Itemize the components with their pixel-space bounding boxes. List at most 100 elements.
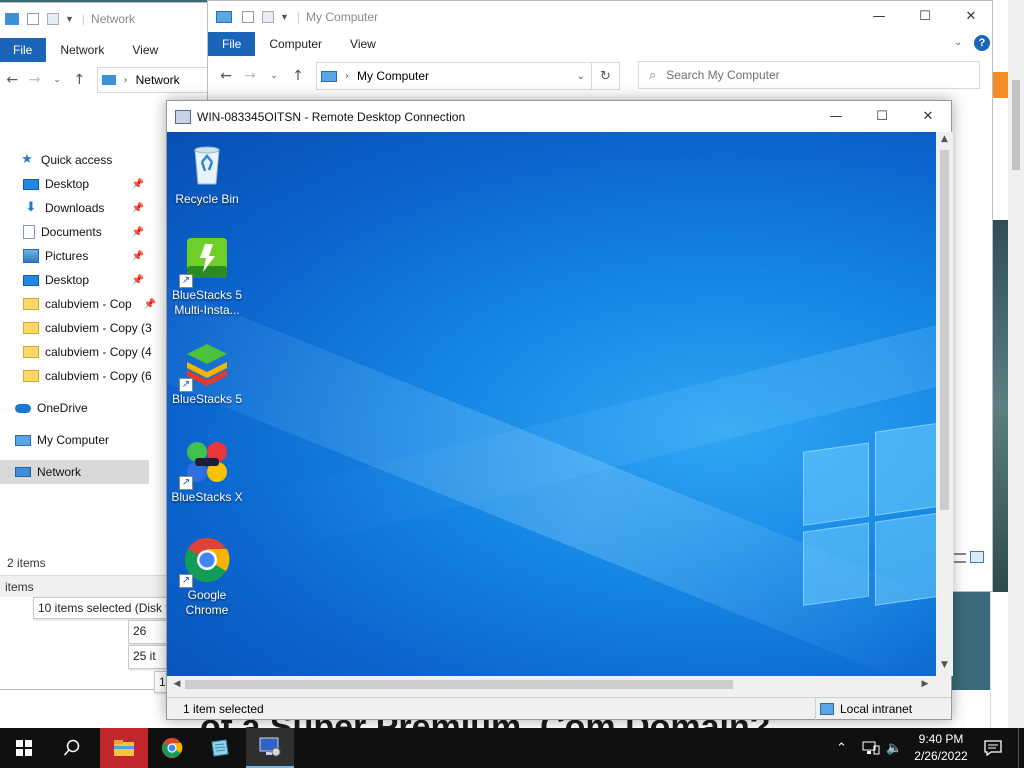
sidebar-item-downloads[interactable]: ⬇ Downloads 📌: [0, 196, 164, 220]
qat-dropdown-icon[interactable]: ▼: [280, 12, 289, 22]
ribbon-expand-icon[interactable]: ⌄: [954, 37, 962, 48]
address-dropdown-icon[interactable]: ⌄: [577, 71, 585, 82]
taskbar-chrome[interactable]: [148, 728, 196, 768]
desktop-icon-recycle-bin[interactable]: Recycle Bin: [167, 140, 247, 207]
sidebar-item-folder[interactable]: calubviem - Cop 📌: [0, 292, 164, 316]
status-items: items: [5, 580, 34, 594]
tooltip-fragment: 25 it: [128, 645, 168, 669]
folder-icon: [23, 370, 39, 382]
scroll-right-icon[interactable]: ▶: [917, 676, 933, 693]
address-text: My Computer: [357, 69, 430, 83]
pin-icon: 📌: [131, 274, 144, 286]
sidebar-item-onedrive[interactable]: OneDrive: [0, 396, 164, 420]
taskbar-notepad[interactable]: [196, 728, 244, 768]
network-tray-icon[interactable]: [862, 728, 880, 768]
scroll-down-icon[interactable]: ▼: [936, 660, 953, 676]
vertical-scrollbar[interactable]: ▲ ▼: [936, 132, 953, 676]
new-folder-icon[interactable]: [47, 13, 59, 25]
close-icon[interactable]: ✕: [905, 101, 951, 131]
up-arrow-icon[interactable]: ↑: [286, 68, 310, 84]
remote-desktop-screen[interactable]: Recycle Bin ↗ BlueStacks 5 Multi-Insta..…: [167, 132, 936, 676]
background-scrollbar[interactable]: [1008, 0, 1024, 730]
horizontal-scrollbar[interactable]: ◀ ▶: [167, 676, 936, 693]
tooltip-fragment: 26: [128, 620, 168, 644]
sidebar-item-folder[interactable]: calubviem - Copy (6: [0, 364, 164, 388]
ribbon-tab-view[interactable]: View: [118, 43, 172, 57]
sidebar-item-my-computer[interactable]: My Computer: [0, 428, 164, 452]
show-desktop-button[interactable]: [1018, 728, 1024, 768]
action-center-button[interactable]: [984, 728, 1002, 768]
scroll-thumb[interactable]: [185, 680, 733, 689]
intranet-icon: [820, 703, 834, 715]
help-icon[interactable]: ?: [974, 35, 990, 51]
minimize-icon[interactable]: —: [856, 1, 902, 31]
ribbon-tab-network[interactable]: Network: [46, 43, 118, 57]
search-input[interactable]: ⌕ Search My Computer: [638, 61, 980, 89]
volume-tray-icon[interactable]: 🔈: [886, 728, 902, 768]
chrome-icon: ↗: [179, 536, 231, 588]
windows-logo-wallpaper: [803, 422, 936, 612]
desktop-icon-google-chrome[interactable]: ↗ Google Chrome: [167, 536, 247, 618]
address-bar[interactable]: › Network: [96, 67, 210, 93]
sidebar-item-folder[interactable]: calubviem - Copy (3: [0, 316, 164, 340]
scroll-up-icon[interactable]: ▲: [936, 134, 953, 150]
pin-icon: 📌: [143, 298, 156, 310]
sidebar-item-folder[interactable]: calubviem - Copy (4: [0, 340, 164, 364]
view-details-icon[interactable]: [954, 553, 966, 563]
maximize-icon[interactable]: ☐: [902, 1, 948, 31]
computer-icon: [321, 70, 337, 82]
remote-desktop-icon: [259, 737, 281, 757]
address-bar[interactable]: › My Computer ⌄: [316, 62, 592, 90]
back-arrow-icon[interactable]: ←: [214, 68, 238, 84]
bluestacks-x-icon: ↗: [179, 438, 231, 490]
new-folder-icon[interactable]: [262, 11, 274, 23]
sidebar-item-desktop-2[interactable]: Desktop 📌: [0, 268, 164, 292]
properties-icon[interactable]: [27, 13, 39, 25]
remote-desktop-window: WIN-083345OITSN - Remote Desktop Connect…: [166, 100, 953, 720]
desktop-icon: [23, 178, 39, 190]
ribbon-tab-view[interactable]: View: [336, 37, 390, 51]
up-arrow-icon[interactable]: ↑: [68, 72, 90, 88]
qat-dropdown-icon[interactable]: ▼: [65, 14, 74, 24]
recycle-bin-icon: [183, 140, 231, 188]
close-icon[interactable]: ✕: [948, 1, 994, 31]
forward-arrow-icon[interactable]: →: [23, 72, 45, 88]
scroll-left-icon[interactable]: ◀: [169, 676, 185, 693]
sidebar-quick-access[interactable]: ★ Quick access: [0, 148, 164, 172]
ribbon-file-tab[interactable]: File: [208, 32, 256, 56]
minimize-icon[interactable]: —: [813, 101, 859, 131]
start-button[interactable]: [0, 728, 48, 768]
navigation-pane: ★ Quick access Desktop 📌 ⬇ Downloads 📌 D…: [0, 148, 164, 484]
status-bar: 1 item selected Local intranet: [167, 697, 951, 720]
taskbar-file-explorer[interactable]: [100, 728, 148, 768]
recent-dropdown-icon[interactable]: ⌄: [262, 71, 286, 81]
sidebar-item-documents[interactable]: Documents 📌: [0, 220, 164, 244]
desktop-icon-bluestacks-5[interactable]: ↗ BlueStacks 5: [167, 340, 247, 407]
refresh-button[interactable]: ↻: [592, 62, 620, 90]
folder-icon: [23, 298, 39, 310]
desktop-icon-label: BlueStacks 5: [171, 392, 243, 406]
pin-icon: 📌: [131, 226, 144, 238]
sidebar-item-network[interactable]: Network: [0, 460, 149, 484]
view-tiles-icon[interactable]: [970, 551, 984, 563]
recent-dropdown-icon[interactable]: ⌄: [46, 75, 68, 85]
desktop-icon-bluestacks-multi[interactable]: ↗ BlueStacks 5 Multi-Insta...: [167, 236, 247, 318]
sidebar-item-desktop[interactable]: Desktop 📌: [0, 172, 164, 196]
ribbon-tab-computer[interactable]: Computer: [255, 37, 336, 51]
security-zone: Local intranet: [815, 698, 912, 720]
sidebar-item-pictures[interactable]: Pictures 📌: [0, 244, 164, 268]
taskbar-search-button[interactable]: [48, 728, 96, 768]
properties-icon[interactable]: [242, 11, 254, 23]
ribbon-file-tab[interactable]: File: [0, 38, 47, 62]
search-icon: ⌕: [649, 67, 657, 83]
scroll-thumb[interactable]: [940, 150, 949, 510]
maximize-icon[interactable]: ☐: [859, 101, 905, 131]
back-arrow-icon[interactable]: ←: [1, 72, 23, 88]
folder-icon: [23, 322, 39, 334]
show-hidden-icons[interactable]: ⌃: [836, 728, 847, 768]
taskbar-remote-desktop[interactable]: [246, 728, 294, 768]
desktop-icon-bluestacks-x[interactable]: ↗ BlueStacks X: [167, 438, 247, 505]
taskbar-clock[interactable]: 9:40 PM 2/26/2022: [906, 731, 976, 765]
forward-arrow-icon[interactable]: →: [238, 68, 262, 84]
pin-icon: 📌: [131, 178, 144, 190]
